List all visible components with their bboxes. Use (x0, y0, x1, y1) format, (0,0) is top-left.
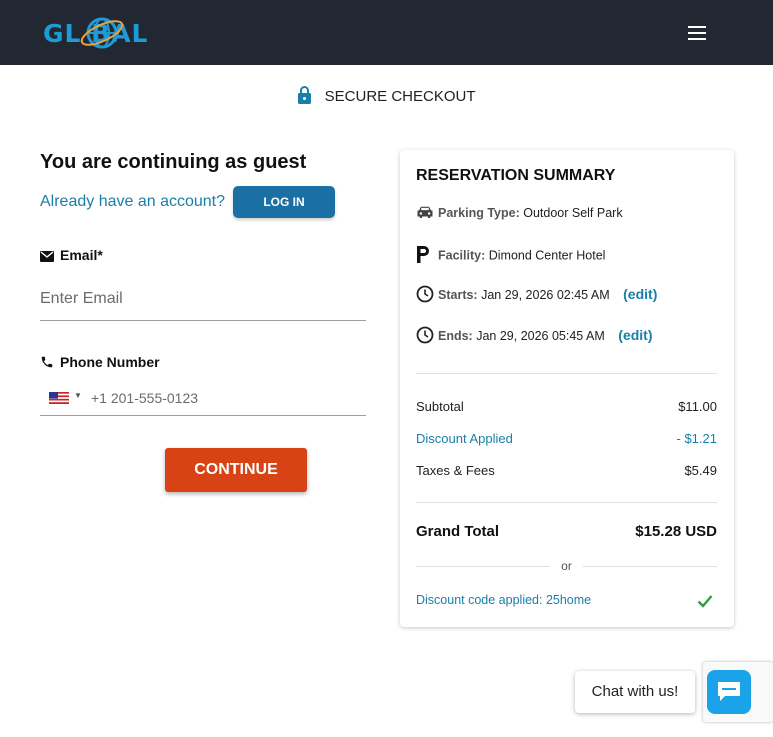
header-bar: GL BAL (0, 0, 773, 65)
divider (416, 502, 717, 503)
starts-row: Starts: Jan 29, 2026 02:45 AM (edit) (416, 285, 657, 306)
taxes-label: Taxes & Fees (416, 463, 495, 478)
phone-label-text: Phone Number (60, 354, 160, 370)
ends-label: Ends: (438, 328, 473, 343)
continue-button[interactable]: CONTINUE (165, 448, 307, 492)
secure-checkout-label: SECURE CHECKOUT (324, 88, 476, 105)
facility-row: Facility: Dimond Center Hotel (416, 246, 605, 266)
facility-value: Dimond Center Hotel (488, 248, 606, 263)
clock-icon (416, 326, 436, 347)
subtotal-label: Subtotal (416, 399, 464, 414)
globe-icon (80, 17, 124, 49)
country-dropdown-caret-icon[interactable]: ▼ (74, 391, 82, 400)
car-icon (416, 205, 436, 222)
grand-total-row: Grand Total $15.28 USD (416, 523, 717, 540)
us-flag-icon[interactable] (49, 392, 69, 404)
reservation-summary-card: RESERVATION SUMMARY Parking Type: Outdoo… (400, 150, 734, 627)
email-field[interactable] (40, 278, 366, 321)
chat-with-us-bubble[interactable]: Chat with us! (575, 671, 695, 713)
parking-type-value: Outdoor Self Park (523, 205, 623, 220)
phone-number-field[interactable] (91, 387, 361, 409)
edit-end-link[interactable]: (edit) (618, 327, 652, 343)
lock-icon (298, 86, 312, 104)
guest-title: You are continuing as guest (40, 151, 307, 173)
mail-icon (40, 251, 54, 262)
chat-icon (718, 682, 740, 701)
phone-field-row: ▼ (40, 381, 366, 416)
parking-type-label: Parking Type: (438, 205, 520, 220)
edit-start-link[interactable]: (edit) (623, 286, 657, 302)
have-account-text: Already have an account? (40, 193, 226, 210)
phone-icon (41, 356, 53, 368)
parking-type-row: Parking Type: Outdoor Self Park (416, 205, 623, 222)
hamburger-menu-icon[interactable] (685, 26, 709, 44)
subtotal-row: Subtotal $11.00 (416, 399, 717, 414)
facility-label: Facility: (438, 248, 486, 263)
discount-label: Discount Applied (416, 431, 513, 446)
checkmark-icon (697, 595, 713, 608)
login-button[interactable]: LOG IN (233, 186, 335, 218)
ends-row: Ends: Jan 29, 2026 05:45 AM (edit) (416, 326, 653, 347)
divider (416, 373, 717, 374)
ends-value: Jan 29, 2026 05:45 AM (476, 328, 605, 343)
email-label: Email* (40, 247, 103, 263)
discount-value: - $1.21 (676, 431, 717, 446)
email-label-text: Email* (60, 247, 103, 263)
clock-icon (416, 285, 436, 306)
subtotal-value: $11.00 (678, 399, 717, 414)
chat-button[interactable] (707, 670, 751, 714)
taxes-value: $5.49 (684, 463, 717, 478)
summary-title: RESERVATION SUMMARY (416, 167, 616, 184)
global-logo[interactable]: GL BAL (43, 10, 183, 56)
grand-total-label: Grand Total (416, 523, 500, 540)
starts-label: Starts: (438, 287, 478, 302)
or-line-right (583, 566, 717, 567)
parking-p-icon (416, 246, 436, 266)
secure-checkout-banner: SECURE CHECKOUT (0, 86, 773, 105)
starts-value: Jan 29, 2026 02:45 AM (481, 287, 610, 302)
discount-code-applied-text: Discount code applied: 25home (416, 593, 592, 607)
phone-label: Phone Number (40, 354, 160, 370)
grand-total-value: $15.28 USD (635, 523, 717, 540)
discount-row: Discount Applied - $1.21 (416, 431, 717, 446)
taxes-row: Taxes & Fees $5.49 (416, 463, 717, 478)
or-separator: or (416, 559, 717, 573)
